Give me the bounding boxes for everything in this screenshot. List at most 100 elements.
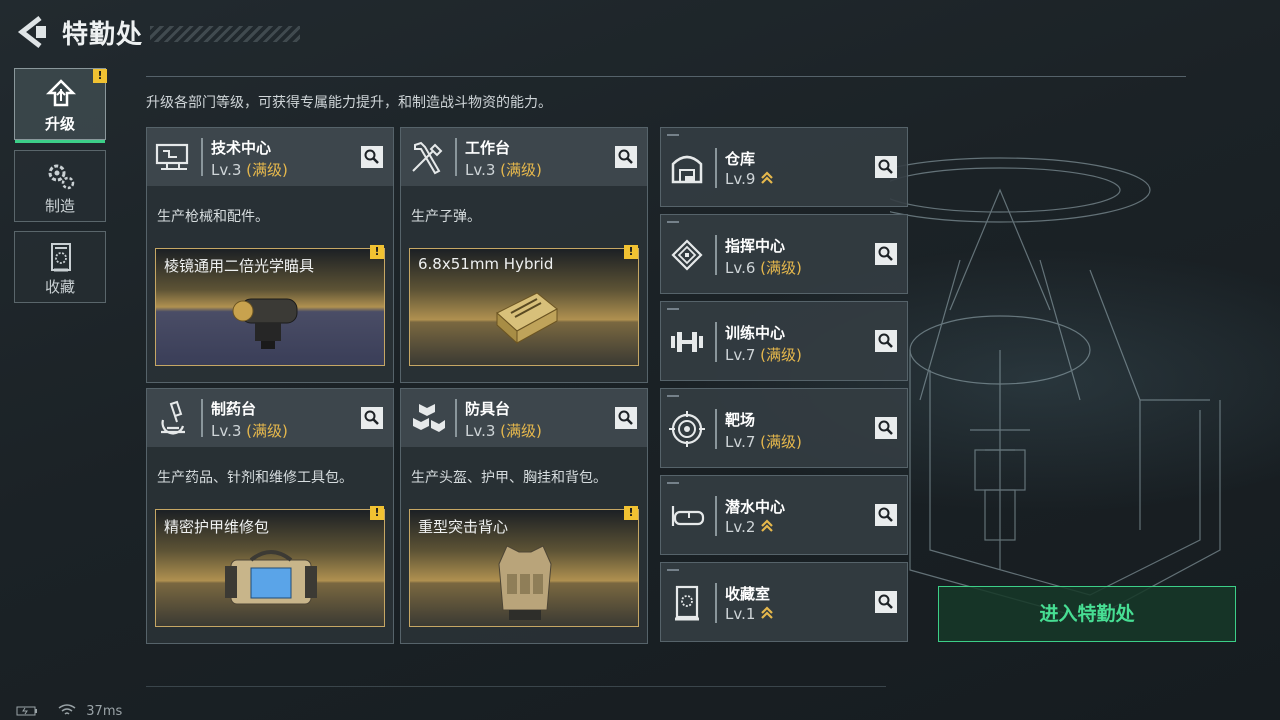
warning-badge: !	[624, 506, 638, 520]
facility-separator	[715, 496, 717, 536]
facility-separator	[715, 583, 717, 623]
facility-separator	[715, 235, 717, 275]
search-icon[interactable]	[361, 146, 383, 168]
sidebar-item-label: 升级	[44, 115, 75, 133]
ping-value: 37ms	[86, 704, 123, 719]
facility-collection-room[interactable]: 收藏室 Lv.1	[660, 562, 908, 642]
warning-badge: !	[93, 69, 107, 83]
warning-badge: !	[370, 245, 384, 259]
corner-tick	[667, 308, 679, 310]
wifi-icon	[58, 704, 76, 715]
production-description: 生产子弹。	[411, 209, 481, 225]
armor-bench-icon	[413, 404, 445, 432]
bottom-divider	[146, 686, 886, 687]
department-level: Lv.3 (满级)	[465, 420, 542, 441]
base-blueprint-illustration	[890, 157, 1221, 621]
corner-tick	[667, 395, 679, 397]
search-icon[interactable]	[875, 504, 897, 526]
header-separator	[455, 399, 457, 437]
sidebar-item-collection[interactable]: 收藏	[14, 231, 106, 303]
upgrade-available-icon	[761, 606, 773, 619]
craft-item-slot[interactable]: 6.8x51mm Hybrid !	[409, 245, 639, 366]
level-value: Lv.9	[725, 170, 756, 188]
search-icon[interactable]	[615, 407, 637, 429]
level-value: Lv.3	[211, 161, 242, 179]
sidebar-item-craft[interactable]: 制造	[14, 150, 106, 222]
department-card-pharmacy: 制药台 Lv.3 (满级) 生产药品、针剂和维修工具包。 精密护甲维修包 !	[146, 388, 394, 644]
max-level-tag: (满级)	[500, 161, 542, 179]
facility-level: Lv.6 (满级)	[725, 257, 802, 278]
enter-special-ops-button[interactable]: 进入特勤处	[938, 586, 1236, 642]
department-name: 工作台	[465, 139, 511, 157]
department-card-armor-bench: 防具台 Lv.3 (满级) 生产头盔、护甲、胸挂和背包。 重型突击背心 !	[400, 388, 648, 644]
max-level-tag: (满级)	[246, 422, 288, 440]
max-level-tag: (满级)	[760, 433, 802, 451]
top-bar: 特勤处	[0, 0, 1280, 64]
search-icon[interactable]	[875, 330, 897, 352]
warning-badge: !	[370, 506, 384, 520]
card-header: 防具台 Lv.3 (满级)	[401, 389, 647, 447]
diving-mask-icon	[671, 506, 705, 526]
warehouse-icon	[671, 155, 703, 184]
department-card-workbench: 工作台 Lv.3 (满级) 生产子弹。 6.8x51mm Hybrid !	[400, 127, 648, 383]
facility-name: 训练中心	[725, 324, 786, 342]
facility-name: 靶场	[725, 411, 756, 429]
ammo-box-image	[496, 292, 558, 345]
sidebar-item-label: 收藏	[44, 278, 75, 296]
department-name: 防具台	[465, 400, 511, 418]
battery-icon	[16, 706, 37, 716]
back-arrow-icon[interactable]	[14, 14, 48, 50]
tech-center-icon	[155, 143, 189, 170]
title-hatch-decoration	[150, 26, 300, 42]
facility-level: Lv.7 (满级)	[725, 431, 802, 452]
facility-name: 指挥中心	[725, 237, 786, 255]
production-description: 生产药品、针剂和维修工具包。	[157, 470, 353, 486]
production-description: 生产头盔、护甲、胸挂和背包。	[411, 470, 607, 486]
card-header: 技术中心 Lv.3 (满级)	[147, 128, 393, 186]
corner-tick	[667, 221, 679, 223]
gears-icon	[48, 164, 75, 190]
upgrade-available-icon	[761, 519, 773, 532]
max-level-tag: (满级)	[500, 422, 542, 440]
header-separator	[201, 399, 203, 437]
level-value: Lv.3	[465, 422, 496, 440]
craft-item-slot[interactable]: 重型突击背心 !	[409, 506, 639, 627]
max-level-tag: (满级)	[760, 346, 802, 364]
facility-name: 潜水中心	[725, 498, 786, 516]
search-icon[interactable]	[875, 591, 897, 613]
status-bar: 37ms	[16, 704, 122, 719]
assault-vest-image	[498, 545, 552, 620]
facility-separator	[715, 148, 717, 188]
corner-tick	[667, 569, 679, 571]
facility-command-center[interactable]: 指挥中心 Lv.6 (满级)	[660, 214, 908, 294]
facility-name: 收藏室	[725, 585, 771, 603]
repair-kit-image	[225, 550, 317, 605]
page-title: 特勤处	[62, 20, 144, 50]
collection-icon	[51, 243, 71, 272]
search-icon[interactable]	[361, 407, 383, 429]
max-level-tag: (满级)	[246, 161, 288, 179]
facility-shooting-range[interactable]: 靶场 Lv.7 (满级)	[660, 388, 908, 468]
card-header: 工作台 Lv.3 (满级)	[401, 128, 647, 186]
search-icon[interactable]	[875, 243, 897, 265]
search-icon[interactable]	[875, 417, 897, 439]
facility-level: Lv.7 (满级)	[725, 344, 802, 365]
facility-name: 仓库	[725, 150, 756, 168]
craft-item-slot[interactable]: 精密护甲维修包 !	[155, 506, 385, 627]
target-icon	[669, 411, 705, 447]
craft-item-slot[interactable]: 棱镜通用二倍光学瞄具 !	[155, 245, 385, 366]
search-icon[interactable]	[875, 156, 897, 178]
dumbbell-icon	[671, 332, 703, 352]
department-name: 制药台	[211, 400, 257, 418]
facility-warehouse[interactable]: 仓库 Lv.9	[660, 127, 908, 207]
search-icon[interactable]	[615, 146, 637, 168]
level-value: Lv.3	[465, 161, 496, 179]
facility-level: Lv.1	[725, 605, 774, 623]
sidebar-item-upgrade[interactable]: 升级 !	[14, 68, 107, 143]
facility-diving-center[interactable]: 潜水中心 Lv.2	[660, 475, 908, 555]
facility-separator	[715, 409, 717, 449]
active-indicator	[15, 140, 105, 143]
facility-training-center[interactable]: 训练中心 Lv.7 (满级)	[660, 301, 908, 381]
level-value: Lv.3	[211, 422, 242, 440]
card-header: 制药台 Lv.3 (满级)	[147, 389, 393, 447]
